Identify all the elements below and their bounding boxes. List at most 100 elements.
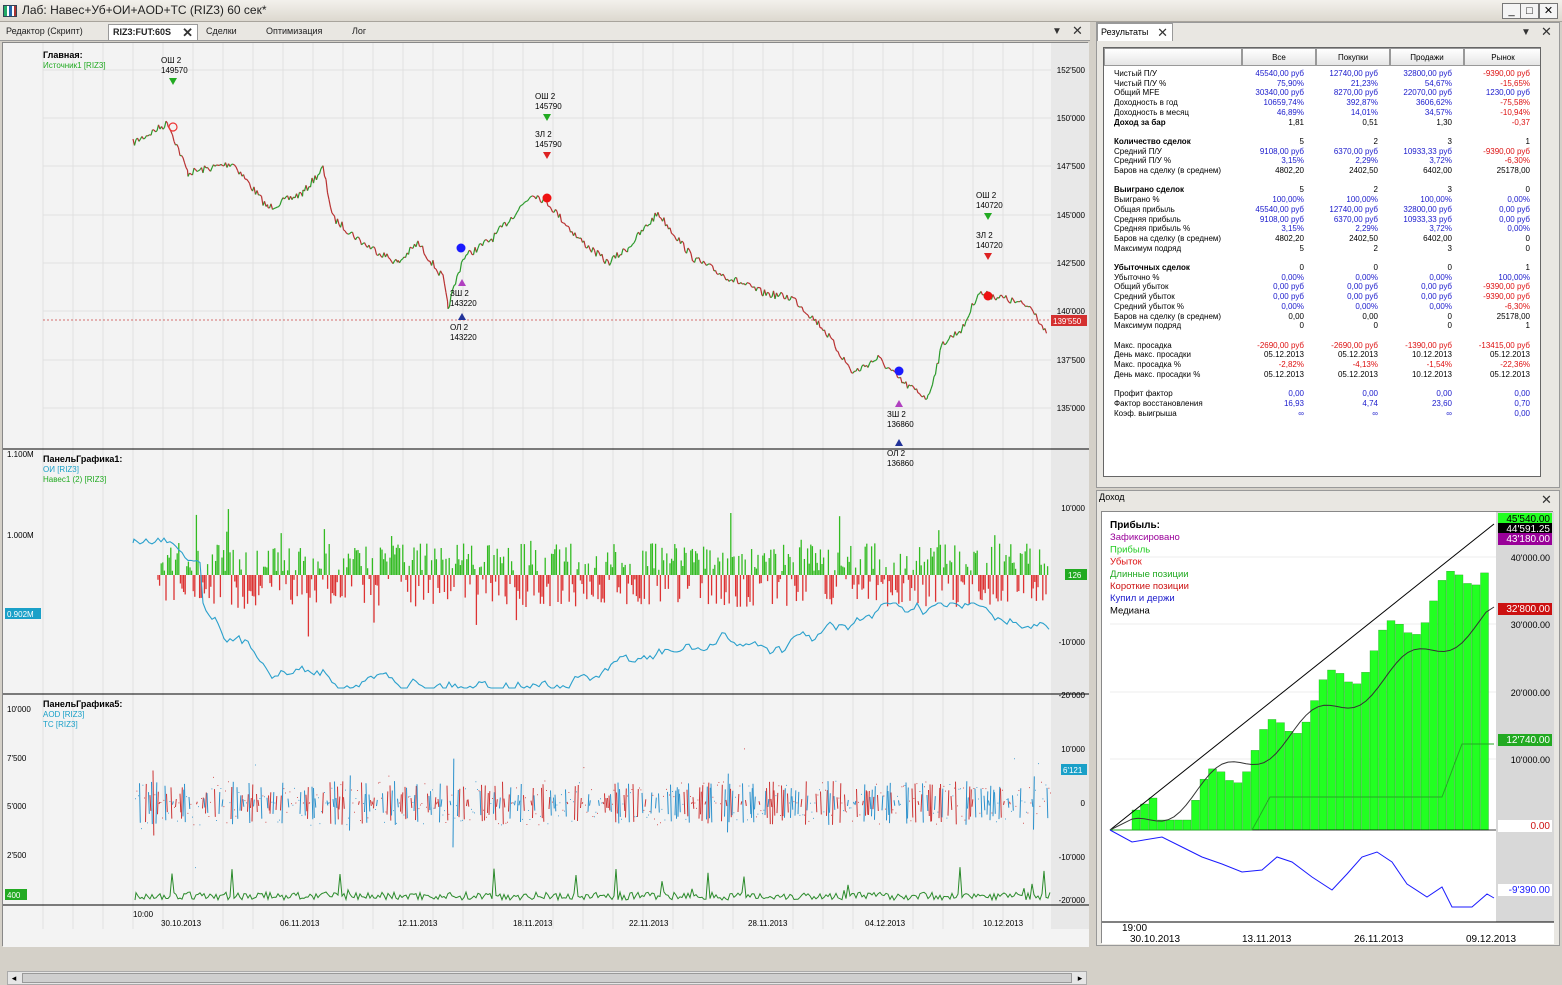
results-cell: 4802,20 — [1275, 166, 1304, 176]
panel1-series-naves: Навес1 (2) [RIZ3] — [43, 475, 106, 484]
results-cell: 8270,00 руб — [1334, 88, 1378, 98]
results-header-buys[interactable]: Покупки — [1316, 48, 1390, 66]
svg-text:ОЛ 2: ОЛ 2 — [450, 323, 469, 332]
results-cell: 0,00 руб — [1273, 282, 1304, 292]
income-bar — [1277, 723, 1285, 830]
position-marker — [984, 292, 993, 301]
results-cell: 2402,50 — [1349, 234, 1378, 244]
income-y-tick: 20'000.00 — [1511, 688, 1550, 698]
income-close-icon[interactable]: ✕ — [1541, 493, 1552, 506]
income-bar — [1285, 731, 1293, 830]
results-cell: 14,01% — [1351, 108, 1378, 118]
maximize-icon[interactable]: □ — [1520, 3, 1539, 19]
income-bar — [1387, 621, 1395, 830]
dropdown-icon[interactable]: ▼ — [1052, 25, 1062, 38]
results-cell: -2690,00 руб — [1331, 341, 1378, 351]
panel1-left-tick: 1.100M — [7, 450, 34, 459]
results-cell: 0 — [1526, 244, 1530, 254]
main-y-tick: 142'500 — [1057, 259, 1086, 268]
tab-deals[interactable]: Сделки — [202, 24, 241, 40]
income-legend-item: Медиана — [1110, 605, 1150, 616]
chart-area[interactable]: 139'550 0.902M126 4006'121 Главная: Исто… — [2, 42, 1088, 946]
results-row-label: Доход за бар — [1114, 118, 1166, 128]
income-legend-item: Зафиксировано — [1110, 532, 1180, 543]
svg-text:0.00: 0.00 — [1531, 821, 1551, 832]
scroll-thumb[interactable] — [22, 973, 1072, 983]
svg-text:136860: 136860 — [887, 459, 914, 468]
tab-chart[interactable]: RIZ3:FUT:60S✕ — [108, 24, 198, 40]
panel1-right-tick: -20'000 — [1059, 691, 1086, 700]
income-bar — [1217, 772, 1225, 830]
results-cell: 25178,00 — [1497, 166, 1530, 176]
svg-text:136860: 136860 — [887, 420, 914, 429]
results-cell: 1 — [1526, 137, 1530, 147]
results-header-market[interactable]: Рынок — [1464, 48, 1541, 66]
results-row-label: Баров на сделку (в среднем) — [1114, 234, 1221, 244]
income-chart[interactable]: 40'000.0030'000.0020'000.0010'000.00 45'… — [1101, 511, 1553, 943]
svg-text:ОШ 2: ОШ 2 — [535, 92, 556, 101]
income-value-badge: 12'740.00 — [1498, 734, 1552, 746]
tab-log[interactable]: Лог — [348, 24, 370, 40]
results-cell: 0,00% — [1355, 302, 1378, 312]
income-tab[interactable]: Доход — [1097, 491, 1137, 507]
results-header-all[interactable]: Все — [1242, 48, 1316, 66]
results-cell: 0,00 руб — [1347, 292, 1378, 302]
tab-script-editor[interactable]: Редактор (Скрипт) — [2, 24, 87, 40]
results-cell: 12740,00 руб — [1329, 69, 1378, 79]
results-cell: 1230,00 руб — [1486, 88, 1530, 98]
results-cell: 0,00% — [1355, 273, 1378, 283]
income-bar — [1311, 701, 1319, 830]
main-y-tick: 152'500 — [1057, 66, 1086, 75]
results-cell: 0 — [1526, 234, 1530, 244]
results-cell: 0 — [1448, 321, 1452, 331]
results-close-icon[interactable]: ✕ — [1541, 25, 1552, 38]
results-cell: 3 — [1448, 244, 1452, 254]
results-cell: 0 — [1374, 321, 1378, 331]
horizontal-scrollbar[interactable]: ◂ ▸ — [7, 971, 1087, 985]
results-cell: 0,00 — [1362, 389, 1378, 399]
x-axis-time: 10:00 — [133, 910, 154, 919]
tab-optimization[interactable]: Оптимизация — [262, 24, 326, 40]
results-tab[interactable]: Результаты ✕ — [1097, 23, 1173, 41]
svg-text:32'800.00: 32'800.00 — [1506, 604, 1550, 615]
panel5-series-tc: TC [RIZ3] — [43, 720, 78, 729]
panel5-left-tick: 5'000 — [7, 802, 27, 811]
results-cell: 75,90% — [1277, 79, 1304, 89]
scroll-left-icon[interactable]: ◂ — [8, 972, 20, 984]
main-y-tick: 137'500 — [1057, 356, 1086, 365]
results-cell: 30340,00 руб — [1255, 88, 1304, 98]
minimize-icon[interactable]: _ — [1502, 3, 1521, 19]
svg-text:145790: 145790 — [535, 140, 562, 149]
income-bar — [1226, 780, 1234, 830]
position-marker — [543, 194, 552, 203]
income-bar — [1166, 820, 1174, 830]
results-cell: 10.12.2013 — [1412, 350, 1452, 360]
income-bar — [1149, 798, 1157, 830]
chart-canvas[interactable]: 139'550 0.902M126 4006'121 Главная: Исто… — [3, 43, 1089, 947]
results-cell: 5 — [1300, 137, 1304, 147]
close-icon[interactable]: ✕ — [1539, 3, 1558, 19]
results-cell: 05.12.2013 — [1490, 350, 1530, 360]
results-cell: 2402,50 — [1349, 166, 1378, 176]
scroll-right-icon[interactable]: ▸ — [1074, 972, 1086, 984]
panel-close-icon[interactable]: ✕ — [1072, 24, 1083, 37]
results-cell: 05.12.2013 — [1264, 350, 1304, 360]
svg-text:6'121: 6'121 — [1063, 766, 1083, 775]
results-header-sells[interactable]: Продажи — [1390, 48, 1464, 66]
results-row-label: Общая прибыль — [1114, 205, 1175, 215]
svg-text:12'740.00: 12'740.00 — [1506, 735, 1550, 746]
results-cell: 25178,00 — [1497, 312, 1530, 322]
results-cell: -2690,00 руб — [1257, 341, 1304, 351]
panel5-title: ПанельГрафика5: — [43, 699, 122, 709]
results-cell: 0 — [1300, 321, 1304, 331]
results-cell: 2 — [1374, 244, 1378, 254]
svg-text:ЗЛ 2: ЗЛ 2 — [976, 231, 993, 240]
main-y-tick: 147'500 — [1057, 162, 1086, 171]
results-tab-close-icon[interactable]: ✕ — [1157, 26, 1168, 39]
results-dropdown-icon[interactable]: ▼ — [1521, 26, 1531, 39]
tab-close-icon[interactable]: ✕ — [182, 26, 193, 39]
income-value-badge: 43'180.00 — [1498, 533, 1552, 545]
panel1-right-tick: 10'000 — [1061, 504, 1085, 513]
results-row-label: День макс. просадки % — [1114, 370, 1200, 380]
results-cell: 0,00 — [1514, 389, 1530, 399]
